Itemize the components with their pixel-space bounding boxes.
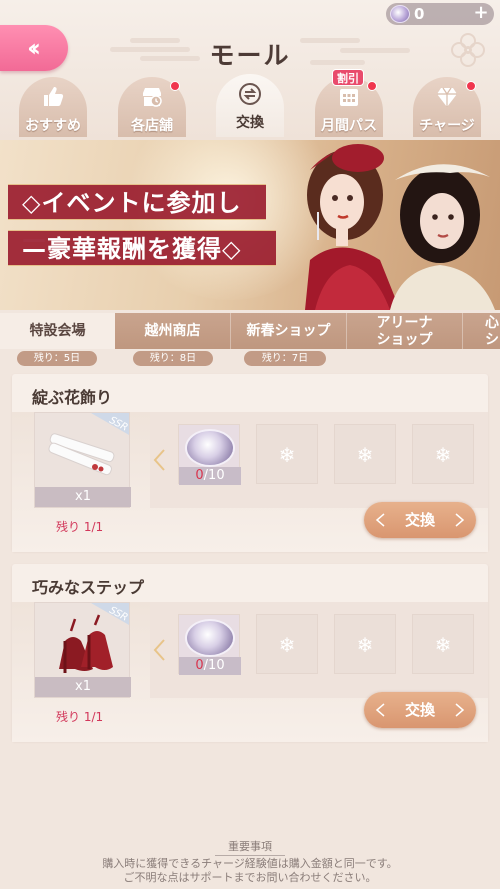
empty-slot: ❄ xyxy=(256,614,318,674)
flourish-left-icon xyxy=(375,703,385,717)
tab-label: おすすめ xyxy=(25,118,81,134)
notice: 重要事項 購入時に獲得できるチャージ経験値は購入金額と同一です。 ご不明な点はサ… xyxy=(0,838,500,885)
tab-label: 交換 xyxy=(236,115,264,131)
tab-label: 各店舗 xyxy=(131,118,173,134)
shop-tab-special[interactable]: 特設会場 xyxy=(0,313,115,349)
reward-item[interactable]: SSR x1 xyxy=(34,412,131,508)
shop-tab-heart[interactable]: 心シ xyxy=(463,313,500,349)
card-title: 巧みなステップ xyxy=(32,578,145,597)
exchange-button[interactable]: 交換 xyxy=(364,502,476,538)
remaining-count: 残り 1/1 xyxy=(56,710,104,724)
shop-tab-arena[interactable]: アリーナ ショップ xyxy=(347,313,463,349)
exchange-card: 巧みなステップ SSR x1 残り 1/1 0/10 ❄ ❄ ❄ 交換 xyxy=(12,564,488,742)
coin-icon xyxy=(390,5,410,23)
snowflake-icon: ❄ xyxy=(278,633,296,657)
flourish-left-icon xyxy=(375,513,385,527)
notice-line: 購入時に獲得できるチャージ経験値は購入金額と同一です。 xyxy=(102,857,398,870)
tab-label: 月間パス xyxy=(321,118,377,134)
cost-current: 0 xyxy=(195,658,204,673)
snowflake-icon: ❄ xyxy=(356,633,374,657)
calendar-pass-icon xyxy=(340,89,358,106)
empty-slot: ❄ xyxy=(412,614,474,674)
cost-required: /10 xyxy=(203,468,225,483)
shop-clock-icon xyxy=(143,88,162,107)
category-tabs: おすすめ 各店舗 交換 月間パス チャージ xyxy=(0,74,500,139)
chevron-left-icon xyxy=(153,449,165,471)
exchange-button[interactable]: 交換 xyxy=(364,692,476,728)
currency-counter: 0 + xyxy=(386,3,494,25)
character-white-hat-illustration xyxy=(390,164,495,310)
ssr-rarity-ribbon: SSR xyxy=(91,413,129,435)
remaining-count: 残り 1/1 xyxy=(56,520,104,534)
cost-required: /10 xyxy=(203,658,225,673)
empty-slot: ❄ xyxy=(256,424,318,484)
empty-slot: ❄ xyxy=(412,424,474,484)
cost-current: 0 xyxy=(195,468,204,483)
tab-exchange[interactable]: 交換 xyxy=(216,74,284,137)
banner-headline-2: —豪華報酬を獲得◇ xyxy=(8,230,276,266)
exchange-card: 綻ぶ花飾り SSR x1 残り 1/1 0/10 ❄ ❄ ❄ 交換 xyxy=(12,374,488,552)
notification-dot xyxy=(170,81,180,91)
exchange-button-label: 交換 xyxy=(404,701,435,719)
notice-heading: 重要事項 xyxy=(228,840,272,853)
cost-count: 0/10 xyxy=(179,657,241,675)
banner-headline-1: ◇イベントに参加し— xyxy=(8,184,266,253)
reward-quantity: x1 xyxy=(35,677,131,697)
tab-recommend[interactable]: おすすめ xyxy=(19,77,87,137)
discount-badge: 割引 xyxy=(332,69,364,86)
remaining-days-pill: 残り：5日 xyxy=(17,351,97,366)
divider xyxy=(215,855,285,856)
remaining-days-pill: 残り：8日 xyxy=(133,351,213,366)
empty-slot: ❄ xyxy=(334,614,396,674)
remaining-days-pill: 残り：7日 xyxy=(244,351,326,366)
snowflake-icon: ❄ xyxy=(278,443,296,467)
thumbs-up-icon xyxy=(44,87,64,106)
empty-slot: ❄ xyxy=(334,424,396,484)
notification-dot xyxy=(466,81,476,91)
chevron-left-icon xyxy=(153,639,165,661)
reward-quantity: x1 xyxy=(35,487,131,507)
coin-icon xyxy=(185,429,235,467)
shop-tabs: 特設会場 越州商店 新春ショップ アリーナ ショップ 心シ xyxy=(0,313,500,349)
snowflake-icon: ❄ xyxy=(434,633,452,657)
banner-text-2: 豪華報酬を獲得 xyxy=(47,235,222,263)
flourish-right-icon xyxy=(455,703,465,717)
exchange-icon xyxy=(239,83,261,105)
event-banner[interactable]: ◇イベントに参加し— —豪華報酬を獲得◇ xyxy=(0,140,500,310)
snowflake-icon: ❄ xyxy=(356,443,374,467)
shop-tab-new-year[interactable]: 新春ショップ xyxy=(231,313,347,349)
notice-line: ご不明な点はサポートまでお問い合わせください。 xyxy=(123,871,377,884)
cost-item-slot[interactable]: 0/10 xyxy=(178,614,241,675)
flourish-right-icon xyxy=(455,513,465,527)
reward-item[interactable]: SSR x1 xyxy=(34,602,131,698)
tab-label: チャージ xyxy=(419,118,475,134)
page-title: モール xyxy=(209,41,291,70)
diamond-icon xyxy=(437,87,457,107)
add-currency-button[interactable]: + xyxy=(472,4,490,23)
ssr-rarity-ribbon: SSR xyxy=(91,603,129,625)
banner-text-1: イベントに参加し xyxy=(41,189,242,217)
coin-icon xyxy=(185,619,235,657)
snowflake-icon: ❄ xyxy=(434,443,452,467)
notification-dot xyxy=(367,81,377,91)
shop-tab-esshu[interactable]: 越州商店 xyxy=(115,313,231,349)
cost-item-slot[interactable]: 0/10 xyxy=(178,424,241,485)
cost-count: 0/10 xyxy=(179,467,241,485)
currency-amount: 0 xyxy=(414,5,425,23)
exchange-button-label: 交換 xyxy=(404,511,435,529)
card-title: 綻ぶ花飾り xyxy=(32,388,113,407)
